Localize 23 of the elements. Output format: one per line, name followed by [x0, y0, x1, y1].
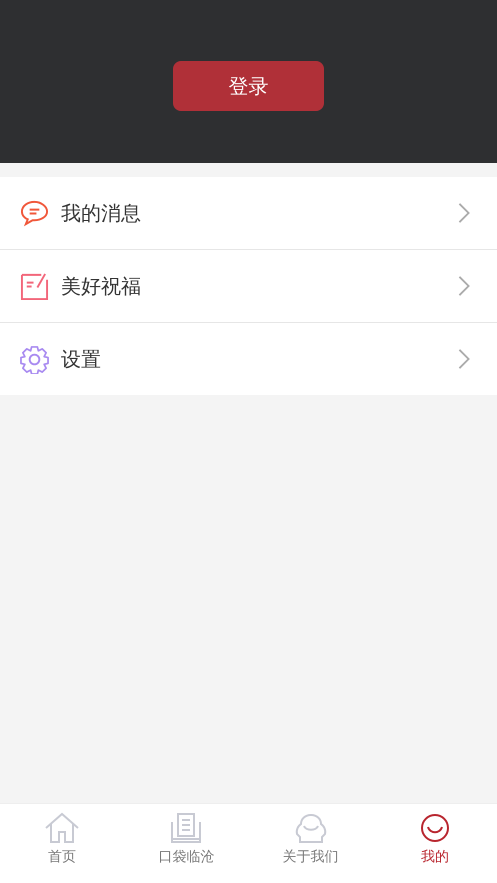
menu-label: 设置	[61, 346, 102, 372]
tab[interactable]: 口袋临沧	[124, 804, 248, 883]
tab[interactable]: 关于我们	[248, 804, 373, 883]
menu-item[interactable]: 美好祝福	[0, 249, 497, 322]
chat-bubble-icon	[20, 198, 49, 228]
menu-label: 美好祝福	[61, 272, 142, 300]
chevron-right-icon	[457, 202, 471, 224]
people-icon	[292, 812, 329, 844]
tab-label: 我的	[420, 848, 449, 866]
menu-item[interactable]: 我的消息	[0, 177, 497, 249]
chevron-right-icon	[457, 275, 471, 297]
tab[interactable]: 我的	[372, 804, 497, 883]
tab[interactable]: 首页	[0, 804, 124, 883]
settings-icon	[20, 344, 49, 374]
tab-label: 口袋临沧	[158, 848, 214, 866]
menu-label: 我的消息	[61, 200, 142, 226]
note-pen-icon	[20, 272, 49, 300]
login-button[interactable]: 登录	[173, 61, 324, 111]
menu-item[interactable]: 设置	[0, 322, 497, 395]
house-icon	[44, 812, 80, 844]
tab-label: 关于我们	[282, 848, 339, 866]
chevron-right-icon	[457, 348, 471, 370]
tab-label: 首页	[48, 848, 76, 866]
